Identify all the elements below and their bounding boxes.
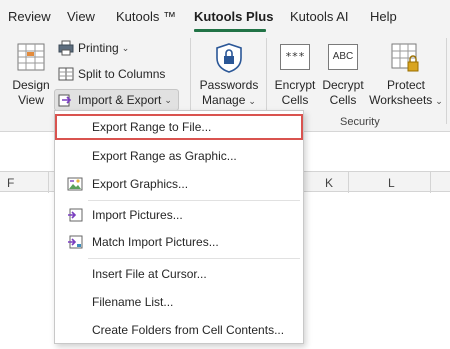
match-import-pictures-icon: [68, 235, 83, 249]
column-header-k[interactable]: K: [325, 176, 333, 190]
column-divider: [430, 172, 431, 193]
column-header-f[interactable]: F: [7, 176, 14, 190]
group-separator: [446, 38, 447, 124]
import-pictures-icon: [68, 208, 83, 222]
menu-item-insert-file-at-cursor[interactable]: Insert File at Cursor...: [55, 261, 303, 287]
ribbon-tab-bar: Review View Kutools ™ Kutools Plus Kutoo…: [0, 0, 450, 34]
design-view-icon: [17, 43, 45, 71]
protect-worksheets-label: Protect Worksheets ⌄: [369, 78, 443, 107]
export-graphics-icon: [67, 177, 83, 191]
chevron-down-icon: ⌄: [121, 42, 130, 53]
encrypt-cells-label: Encrypt Cells: [274, 78, 316, 107]
menu-item-export-graphics[interactable]: Export Graphics...: [55, 171, 303, 197]
tab-kutools-ai[interactable]: Kutools AI: [290, 9, 349, 24]
column-divider: [348, 172, 349, 193]
menu-item-import-pictures[interactable]: Import Pictures...: [55, 202, 303, 228]
menu-separator: [88, 200, 300, 201]
decrypt-cells-button[interactable]: ABC Decrypt Cells: [320, 38, 366, 110]
import-export-menu: Export Range to File... Export Range as …: [54, 110, 304, 344]
protect-sheet-icon: [391, 43, 419, 72]
tab-kutools[interactable]: Kutools ™: [116, 9, 176, 24]
menu-item-export-range-to-file[interactable]: Export Range to File...: [55, 114, 303, 140]
import-export-icon: [58, 94, 72, 107]
import-export-button[interactable]: Import & Export ⌄: [54, 89, 179, 111]
lock-shield-icon: [216, 43, 242, 73]
decrypt-icon: ABC: [328, 44, 358, 70]
printing-button[interactable]: Printing ⌄: [58, 38, 129, 58]
chevron-down-icon: ⌄: [248, 96, 256, 106]
passwords-manage-label: Passwords Manage ⌄: [199, 78, 259, 107]
passwords-manage-button[interactable]: Passwords Manage ⌄: [196, 38, 262, 110]
encrypt-cells-button[interactable]: *** Encrypt Cells: [272, 38, 318, 110]
menu-item-match-import-pictures[interactable]: Match Import Pictures...: [55, 229, 303, 255]
security-group-label: Security: [340, 116, 380, 128]
menu-item-export-range-as-graphic[interactable]: Export Range as Graphic...: [55, 143, 303, 169]
printer-icon: [58, 40, 74, 56]
menu-item-create-folders-from-cell-contents[interactable]: Create Folders from Cell Contents...: [55, 317, 303, 343]
menu-separator: [88, 258, 300, 259]
column-divider: [48, 172, 49, 193]
active-tab-indicator: [194, 29, 266, 32]
design-view-button[interactable]: Design View: [8, 38, 54, 110]
menu-item-filename-list[interactable]: Filename List...: [55, 289, 303, 315]
split-columns-icon: [58, 67, 74, 81]
chevron-down-icon: ⌄: [164, 94, 172, 105]
split-to-columns-button[interactable]: Split to Columns: [58, 64, 165, 84]
tab-review[interactable]: Review: [8, 9, 51, 24]
design-view-label: Design View: [12, 78, 50, 107]
chevron-down-icon: ⌄: [435, 96, 443, 106]
encrypt-icon: ***: [280, 44, 310, 70]
tab-kutools-plus[interactable]: Kutools Plus: [194, 9, 273, 24]
column-header-l[interactable]: L: [388, 176, 395, 190]
tab-help[interactable]: Help: [370, 9, 397, 24]
protect-worksheets-button[interactable]: Protect Worksheets ⌄: [368, 38, 444, 110]
tab-view[interactable]: View: [67, 9, 95, 24]
decrypt-cells-label: Decrypt Cells: [322, 78, 364, 107]
